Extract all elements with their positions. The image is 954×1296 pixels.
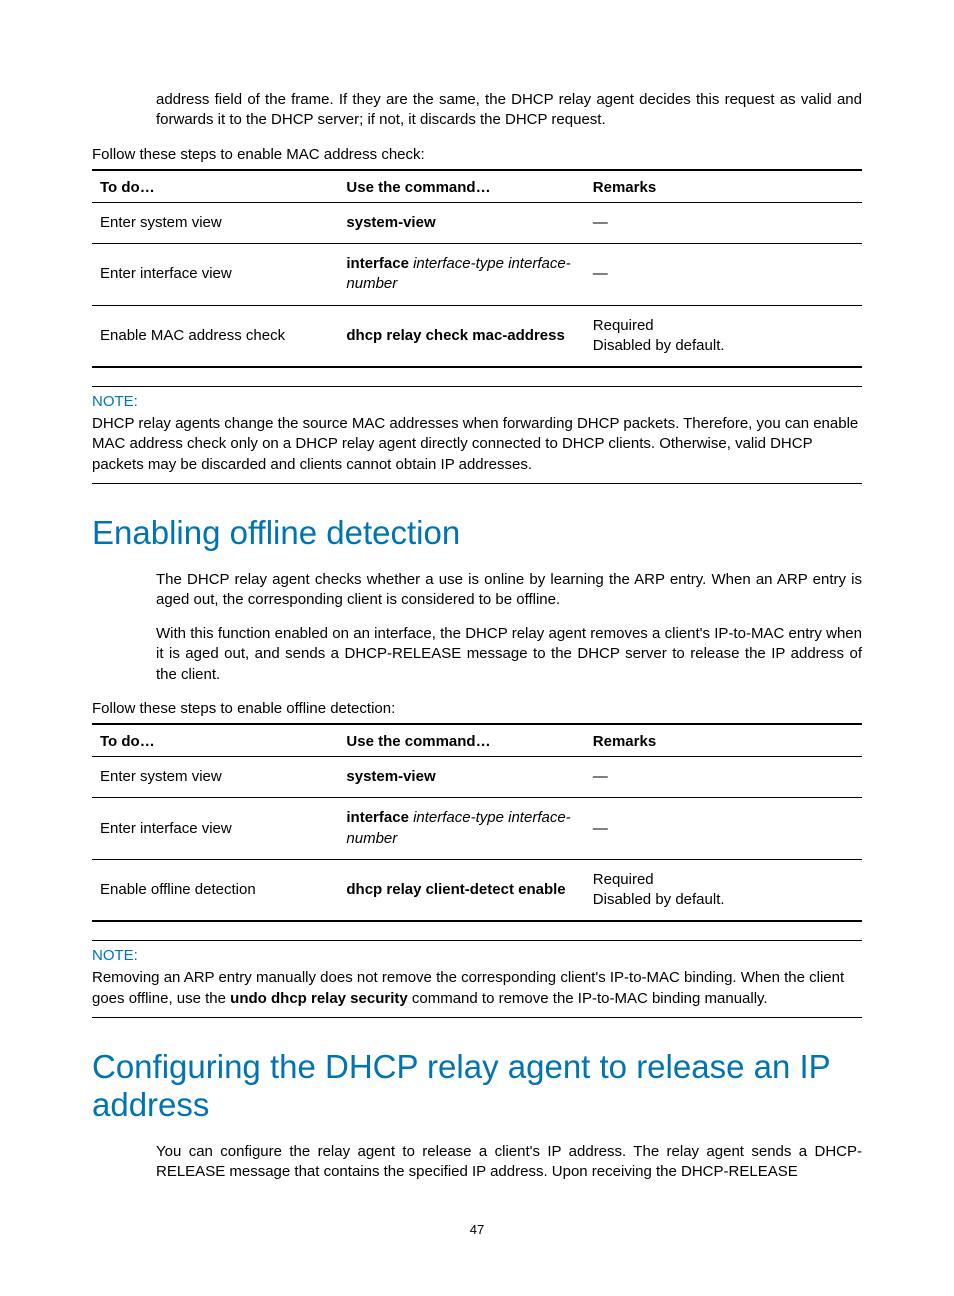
note-box-1: NOTE: DHCP relay agents change the sourc… — [92, 386, 862, 484]
table-row: Enter interface view interface interface… — [92, 798, 862, 860]
table-mac-check: To do… Use the command… Remarks Enter sy… — [92, 169, 862, 368]
cell-remarks: Required Disabled by default. — [585, 305, 862, 367]
table-offline-detection: To do… Use the command… Remarks Enter sy… — [92, 723, 862, 922]
cell-todo: Enter system view — [92, 202, 338, 243]
note-label: NOTE: — [92, 947, 862, 964]
heading-offline-detection: Enabling offline detection — [92, 514, 862, 552]
table1-caption: Follow these steps to enable MAC address… — [92, 145, 862, 165]
paragraph-intro: address field of the frame. If they are … — [156, 90, 862, 131]
cell-remarks: — — [585, 244, 862, 306]
cell-cmd: system-view — [338, 757, 584, 798]
th-remarks: Remarks — [585, 170, 862, 203]
th-remarks: Remarks — [585, 724, 862, 757]
body-block: You can configure the relay agent to rel… — [92, 1142, 862, 1183]
cmd-text: system-view — [346, 768, 435, 785]
heading-release-ip: Configuring the DHCP relay agent to rele… — [92, 1048, 862, 1124]
note-label: NOTE: — [92, 393, 862, 410]
cmd-text: interface — [346, 809, 409, 826]
cell-todo: Enter interface view — [92, 798, 338, 860]
note-bold: undo dhcp relay security — [230, 990, 408, 1007]
paragraph: You can configure the relay agent to rel… — [156, 1142, 862, 1183]
table-row: Enable offline detection dhcp relay clie… — [92, 859, 862, 921]
cmd-text: dhcp relay check mac-address — [346, 327, 564, 344]
cmd-text: system-view — [346, 214, 435, 231]
cell-remarks: Required Disabled by default. — [585, 859, 862, 921]
paragraph: The DHCP relay agent checks whether a us… — [156, 570, 862, 611]
remark-line2: Disabled by default. — [593, 336, 854, 356]
remark-line2: Disabled by default. — [593, 890, 854, 910]
cell-cmd: interface interface-type interface-numbe… — [338, 798, 584, 860]
table-header-row: To do… Use the command… Remarks — [92, 724, 862, 757]
remark-line1: Required — [593, 316, 854, 336]
cmd-text: dhcp relay client-detect enable — [346, 881, 565, 898]
note-post: command to remove the IP-to-MAC binding … — [408, 990, 768, 1007]
body-block: The DHCP relay agent checks whether a us… — [92, 570, 862, 685]
table-row: Enter interface view interface interface… — [92, 244, 862, 306]
cell-cmd: dhcp relay client-detect enable — [338, 859, 584, 921]
cell-todo: Enter system view — [92, 757, 338, 798]
table2-caption: Follow these steps to enable offline det… — [92, 699, 862, 719]
table-row: Enter system view system-view — — [92, 757, 862, 798]
body-block: address field of the frame. If they are … — [92, 90, 862, 131]
th-command: Use the command… — [338, 170, 584, 203]
cell-remarks: — — [585, 798, 862, 860]
page-number: 47 — [92, 1222, 862, 1237]
th-todo: To do… — [92, 170, 338, 203]
cell-remarks: — — [585, 202, 862, 243]
cmd-text: interface — [346, 255, 409, 272]
note-text: DHCP relay agents change the source MAC … — [92, 414, 862, 475]
remark-line1: Required — [593, 870, 854, 890]
cell-cmd: interface interface-type interface-numbe… — [338, 244, 584, 306]
paragraph: With this function enabled on an interfa… — [156, 624, 862, 685]
table-row: Enable MAC address check dhcp relay chec… — [92, 305, 862, 367]
th-command: Use the command… — [338, 724, 584, 757]
document-page: address field of the frame. If they are … — [0, 0, 954, 1277]
note-text: Removing an ARP entry manually does not … — [92, 968, 862, 1009]
cell-cmd: dhcp relay check mac-address — [338, 305, 584, 367]
table-row: Enter system view system-view — — [92, 202, 862, 243]
table-header-row: To do… Use the command… Remarks — [92, 170, 862, 203]
cell-todo: Enable offline detection — [92, 859, 338, 921]
note-box-2: NOTE: Removing an ARP entry manually doe… — [92, 940, 862, 1018]
cell-remarks: — — [585, 757, 862, 798]
cell-cmd: system-view — [338, 202, 584, 243]
cell-todo: Enter interface view — [92, 244, 338, 306]
th-todo: To do… — [92, 724, 338, 757]
cell-todo: Enable MAC address check — [92, 305, 338, 367]
